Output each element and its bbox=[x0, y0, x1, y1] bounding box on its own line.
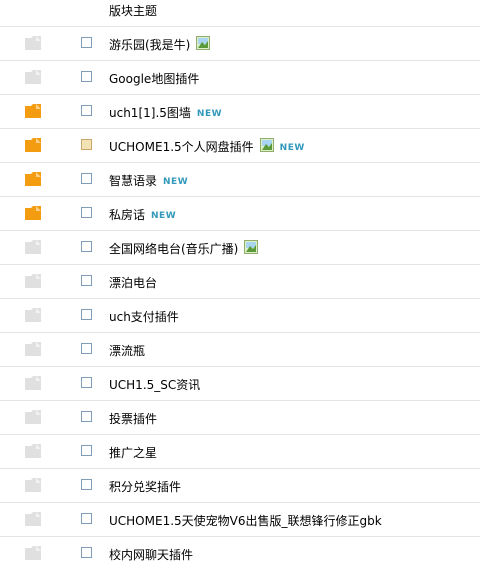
thread-title-link[interactable]: 智慧语录 NEW bbox=[109, 172, 188, 189]
folder-icon bbox=[24, 409, 42, 425]
row-checkbox[interactable] bbox=[81, 275, 92, 286]
header-label: 版块主题 bbox=[109, 4, 158, 18]
folder-icon bbox=[24, 375, 42, 391]
new-badge: NEW bbox=[196, 109, 223, 119]
row-checkbox[interactable] bbox=[81, 343, 92, 354]
folder-new-icon bbox=[24, 137, 42, 153]
row-checkbox[interactable] bbox=[81, 241, 92, 252]
thread-title-text: 投票插件 bbox=[109, 412, 158, 426]
row-checkbox[interactable] bbox=[81, 479, 92, 490]
thread-title-link[interactable]: 校内网聊天插件 bbox=[109, 546, 193, 563]
new-badge: NEW bbox=[151, 211, 177, 221]
thread-title-link[interactable]: 积分兑奖插件 bbox=[109, 478, 181, 495]
folder-new-icon bbox=[24, 205, 42, 221]
thread-row: Google地图插件 bbox=[0, 61, 480, 95]
folder-icon bbox=[24, 69, 42, 85]
thread-row: 全国网络电台(音乐广播) bbox=[0, 231, 480, 265]
thread-title-link[interactable]: UCHOME1.5天使宠物V6出售版_联想锋行修正gbk bbox=[109, 512, 382, 529]
thread-title-text: 智慧语录 bbox=[109, 174, 158, 188]
thread-row: uch支付插件 bbox=[0, 299, 480, 333]
thread-title-text: 校内网聊天插件 bbox=[109, 548, 194, 562]
folder-new-icon bbox=[24, 171, 42, 187]
folder-icon bbox=[24, 477, 42, 493]
thread-title-link[interactable]: 投票插件 bbox=[109, 410, 157, 427]
thread-title-link[interactable]: uch支付插件 bbox=[109, 308, 179, 325]
new-badge: NEW bbox=[279, 143, 305, 153]
image-attachment-icon bbox=[244, 240, 259, 254]
row-checkbox[interactable] bbox=[81, 377, 92, 388]
thread-title-text: uch支付插件 bbox=[109, 310, 179, 324]
thread-title-text: 推广之星 bbox=[109, 446, 158, 460]
thread-row: 漂流瓶 bbox=[0, 333, 480, 367]
row-checkbox[interactable] bbox=[81, 309, 92, 320]
row-checkbox[interactable] bbox=[81, 173, 92, 184]
thread-title-text: 漂流瓶 bbox=[109, 344, 146, 358]
folder-icon bbox=[24, 545, 42, 561]
new-badge: NEW bbox=[163, 177, 189, 187]
folder-icon bbox=[24, 239, 42, 255]
thread-row: 游乐园(我是牛) bbox=[0, 27, 480, 61]
row-checkbox[interactable] bbox=[81, 139, 92, 150]
folder-icon bbox=[24, 35, 42, 51]
thread-title-text: UCHOME1.5个人网盘插件 bbox=[109, 140, 254, 154]
list-header: 版块主题 bbox=[0, 0, 480, 27]
folder-new-icon bbox=[24, 103, 42, 119]
thread-row: 投票插件 bbox=[0, 401, 480, 435]
thread-title-text: 积分兑奖插件 bbox=[109, 480, 182, 494]
thread-row: 积分兑奖插件 bbox=[0, 469, 480, 503]
thread-list: 游乐园(我是牛) Google地图插件 uch1[1].5图墙 NEW UCHOME1.… bbox=[0, 27, 480, 570]
row-checkbox[interactable] bbox=[81, 547, 92, 558]
row-checkbox[interactable] bbox=[81, 445, 92, 456]
image-attachment-icon bbox=[259, 138, 274, 152]
thread-title-text: UCHOME1.5天使宠物V6出售版_联想锋行修正gbk bbox=[109, 514, 382, 528]
thread-row: uch1[1].5图墙 NEW bbox=[0, 95, 480, 129]
thread-row: 漂泊电台 bbox=[0, 265, 480, 299]
folder-icon bbox=[24, 443, 42, 459]
folder-icon bbox=[24, 307, 42, 323]
row-checkbox[interactable] bbox=[81, 207, 92, 218]
row-checkbox[interactable] bbox=[81, 513, 92, 524]
thread-title-link[interactable]: 私房话 NEW bbox=[109, 206, 176, 223]
row-checkbox[interactable] bbox=[81, 71, 92, 82]
folder-icon bbox=[24, 341, 42, 357]
thread-row: UCH1.5_SC资讯 bbox=[0, 367, 480, 401]
thread-row: 校内网聊天插件 bbox=[0, 537, 480, 570]
thread-row: 智慧语录 NEW bbox=[0, 163, 480, 197]
row-checkbox[interactable] bbox=[81, 37, 92, 48]
thread-title-link[interactable]: 全国网络电台(音乐广播) bbox=[109, 240, 259, 257]
thread-title-text: 全国网络电台(音乐广播) bbox=[109, 242, 239, 256]
thread-row: 私房话 NEW bbox=[0, 197, 480, 231]
thread-title-text: UCH1.5_SC资讯 bbox=[109, 378, 201, 392]
thread-title-link[interactable]: Google地图插件 bbox=[109, 70, 199, 87]
thread-title-link[interactable]: 漂流瓶 bbox=[109, 342, 145, 359]
thread-title-text: 游乐园(我是牛) bbox=[109, 38, 191, 52]
thread-title-text: 漂泊电台 bbox=[109, 276, 158, 290]
thread-title-text: Google地图插件 bbox=[109, 72, 200, 86]
thread-title-link[interactable]: uch1[1].5图墙 NEW bbox=[109, 104, 222, 121]
thread-title-link[interactable]: UCHOME1.5个人网盘插件 NEW bbox=[109, 138, 305, 155]
thread-title-text: 私房话 bbox=[109, 208, 146, 222]
thread-row: UCHOME1.5天使宠物V6出售版_联想锋行修正gbk bbox=[0, 503, 480, 537]
thread-title-link[interactable]: 漂泊电台 bbox=[109, 274, 157, 291]
thread-title-link[interactable]: 游乐园(我是牛) bbox=[109, 36, 211, 53]
thread-title-link[interactable]: UCH1.5_SC资讯 bbox=[109, 376, 200, 393]
thread-title-link[interactable]: 推广之星 bbox=[109, 444, 157, 461]
folder-icon bbox=[24, 511, 42, 527]
thread-row: UCHOME1.5个人网盘插件 NEW bbox=[0, 129, 480, 163]
folder-icon bbox=[24, 273, 42, 289]
thread-title-text: uch1[1].5图墙 bbox=[109, 106, 191, 120]
thread-row: 推广之星 bbox=[0, 435, 480, 469]
row-checkbox[interactable] bbox=[81, 105, 92, 116]
image-attachment-icon bbox=[196, 36, 211, 50]
row-checkbox[interactable] bbox=[81, 411, 92, 422]
